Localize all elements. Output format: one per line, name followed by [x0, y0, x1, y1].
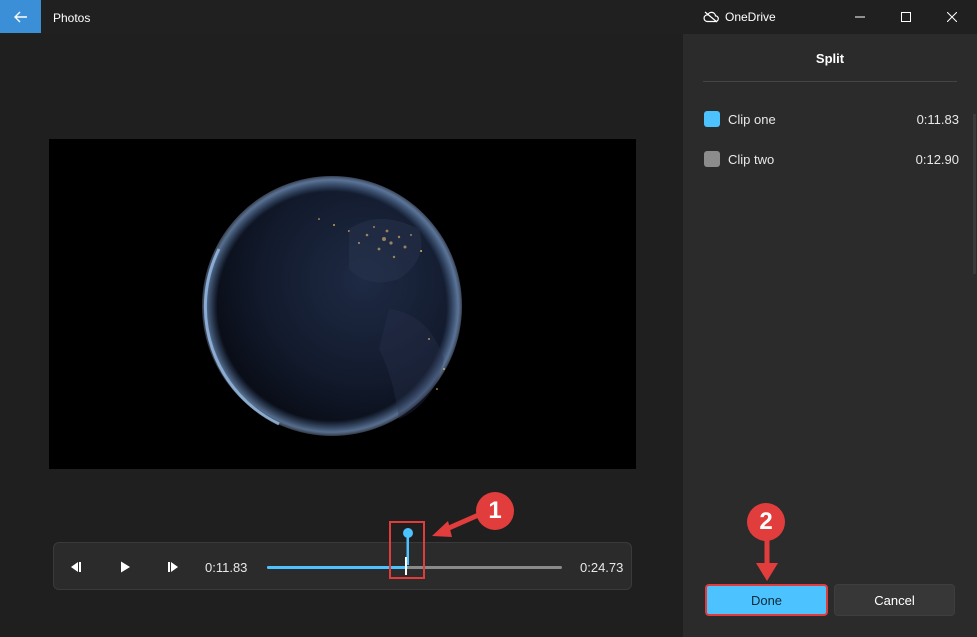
clip-two-duration: 0:12.90	[915, 152, 959, 167]
video-preview[interactable]	[49, 139, 636, 469]
annotation-highlight-box	[389, 521, 425, 579]
annotation-down-arrow-icon	[756, 539, 778, 581]
total-time: 0:24.73	[580, 560, 624, 575]
previous-frame-button[interactable]	[64, 555, 88, 579]
annotation-badge-1: 1	[476, 492, 514, 530]
done-button[interactable]: Done	[705, 584, 828, 616]
cancel-button[interactable]: Cancel	[834, 584, 955, 616]
clip-row-two[interactable]: Clip two 0:12.90	[704, 149, 959, 169]
earth-image	[202, 176, 462, 436]
maximize-button[interactable]	[883, 0, 929, 34]
clip-two-label: Clip two	[728, 152, 775, 167]
timeline-progress	[267, 566, 408, 569]
play-icon	[121, 561, 130, 573]
panel-title: Split	[815, 51, 845, 66]
back-arrow-icon	[13, 11, 27, 22]
onedrive-label: OneDrive	[725, 10, 776, 24]
onedrive-status[interactable]: OneDrive	[703, 10, 776, 24]
clip-two-color-swatch	[704, 151, 720, 167]
minimize-icon	[855, 16, 865, 18]
panel-divider	[703, 81, 957, 82]
playback-bar: 0:11.83 0:24.73	[53, 542, 632, 590]
cloud-offline-icon	[703, 11, 719, 23]
clip-row-one[interactable]: Clip one 0:11.83	[704, 109, 959, 129]
next-frame-button[interactable]	[161, 555, 185, 579]
close-icon	[947, 12, 957, 22]
panel-scrollbar[interactable]	[973, 114, 976, 274]
clip-one-label: Clip one	[728, 112, 776, 127]
annotation-badge-2: 2	[747, 503, 785, 541]
back-button[interactable]	[0, 0, 41, 33]
app-title: Photos	[53, 11, 91, 25]
close-button[interactable]	[929, 0, 975, 34]
current-time: 0:11.83	[205, 560, 248, 575]
maximize-icon	[901, 12, 911, 22]
minimize-button[interactable]	[837, 0, 883, 34]
clip-one-duration: 0:11.83	[916, 112, 959, 127]
play-button[interactable]	[113, 555, 137, 579]
step-forward-icon	[168, 562, 178, 572]
step-back-icon	[71, 562, 81, 572]
clip-one-color-swatch	[704, 111, 720, 127]
title-bar: Photos OneDrive	[0, 0, 977, 34]
split-panel: Split Clip one 0:11.83 Clip two 0:12.90	[683, 34, 977, 637]
main-area: 0:11.83 0:24.73	[0, 34, 683, 637]
